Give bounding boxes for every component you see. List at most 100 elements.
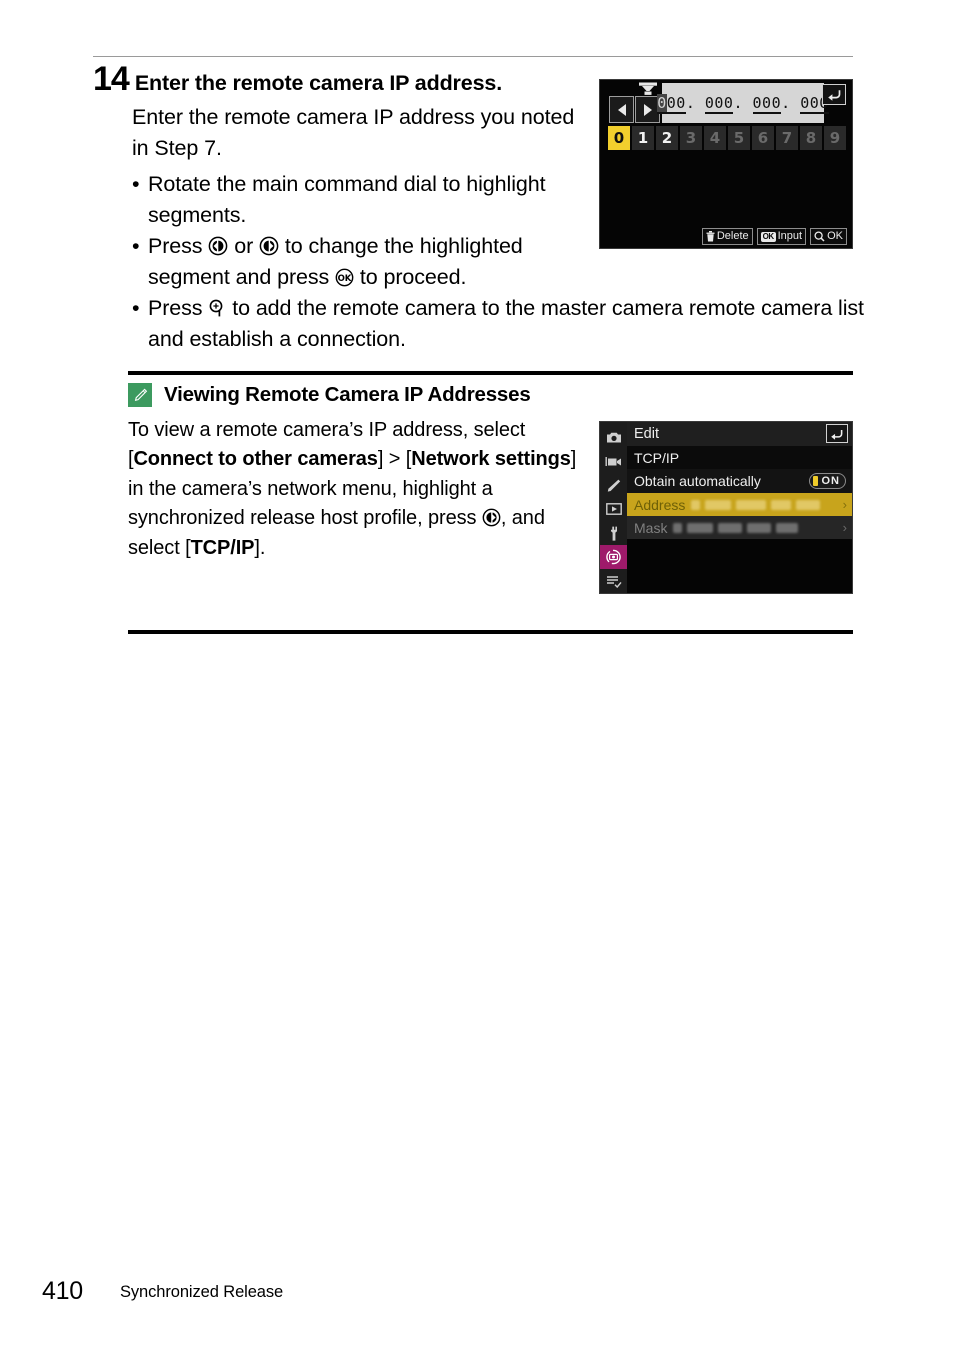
address-label: Address — [634, 496, 686, 513]
bullet-item: • Press to add the remote camera to the … — [132, 293, 877, 354]
bullet-marker: • — [132, 172, 140, 197]
ip-address-entry-screen[interactable]: 000. 000. 000. 000 0 1 2 3 4 5 6 7 8 9 D… — [599, 79, 853, 249]
header-divider — [93, 56, 853, 57]
back-button[interactable] — [826, 424, 848, 443]
blur-chunk — [673, 522, 683, 533]
mask-value-redacted — [673, 522, 842, 533]
note-top-divider — [128, 371, 853, 375]
address-value-redacted — [691, 499, 842, 510]
ok-hint-label: OK — [827, 230, 843, 242]
blur-chunk — [718, 522, 743, 533]
multi-selector-left-icon — [208, 236, 228, 256]
bullet-text-seg: to add the remote camera to the master c… — [148, 296, 864, 351]
manual-page: 14 Enter the remote camera IP address. E… — [0, 0, 954, 1345]
numeric-keypad[interactable]: 0 1 2 3 4 5 6 7 8 9 — [608, 126, 846, 150]
step-heading: 14 Enter the remote camera IP address. — [93, 62, 593, 96]
mask-label: Mask — [634, 519, 668, 536]
note-bold-connect: Connect to other cameras — [133, 448, 378, 471]
step-intro-text: Enter the remote camera IP address you n… — [132, 105, 575, 160]
my-menu-icon[interactable] — [600, 569, 627, 593]
ip-entry-hint-bar: Delete OK Input OK — [600, 228, 852, 245]
zoom-in-magnifier-icon — [208, 298, 226, 318]
bullet-item: • Press or to change the highlighted seg… — [132, 231, 584, 292]
numkey-7[interactable]: 7 — [776, 126, 798, 150]
ip-separator: . — [685, 94, 696, 112]
ok-badge-icon: OK — [760, 231, 776, 242]
custom-settings-menu-icon[interactable] — [600, 473, 627, 497]
ip-address-field[interactable]: 000. 000. 000. 000 — [657, 83, 829, 123]
input-hint-label: Input — [777, 230, 803, 242]
numkey-1[interactable]: 1 — [632, 126, 654, 150]
ok-hint[interactable]: OK — [810, 228, 847, 245]
photo-shooting-menu-icon[interactable] — [600, 425, 627, 449]
ip-separator: . — [733, 94, 743, 112]
blur-chunk — [691, 499, 701, 510]
note-seg: ] > [ — [377, 448, 412, 471]
input-hint[interactable]: OK Input — [756, 228, 807, 245]
menu-row-obtain-automatically[interactable]: Obtain automatically ON — [627, 469, 852, 493]
numkey-6[interactable]: 6 — [752, 126, 774, 150]
ip-cursor-digit: 0 — [657, 94, 667, 112]
bullet-text: Press or to change the highlighted segme… — [148, 231, 584, 292]
bullet-marker: • — [132, 296, 140, 321]
network-menu-icon[interactable] — [600, 545, 627, 569]
move-cursor-left-button[interactable] — [609, 96, 634, 123]
ip-octet-1: 000 — [657, 94, 686, 114]
setup-menu-icon[interactable] — [600, 521, 627, 545]
delete-hint-label: Delete — [716, 230, 749, 242]
blur-chunk — [776, 522, 799, 533]
step-title: Enter the remote camera IP address. — [134, 71, 503, 95]
step-bullet-list: • Rotate the main command dial to highli… — [132, 169, 864, 354]
pencil-note-icon — [128, 383, 152, 407]
blur-chunk — [747, 522, 772, 533]
blur-chunk — [771, 499, 792, 510]
numkey-9[interactable]: 9 — [824, 126, 846, 150]
playback-menu-icon[interactable] — [600, 497, 627, 521]
bullet-text-seg: or — [228, 234, 260, 259]
movie-shooting-menu-icon[interactable] — [600, 449, 627, 473]
page-number: 410 — [42, 1277, 83, 1305]
triangle-left-icon — [617, 103, 626, 116]
svg-text:OK: OK — [338, 274, 352, 284]
obtain-automatically-toggle[interactable]: ON — [808, 473, 846, 489]
numkey-3[interactable]: 3 — [680, 126, 702, 150]
ip-octet-3: 000 — [752, 94, 782, 114]
note-seg: ]. — [254, 536, 266, 559]
note-bold-network-settings: Network settings — [411, 448, 571, 471]
note-body-text: To view a remote camera’s IP address, se… — [128, 416, 583, 563]
note-bold-tcpip: TCP/IP — [190, 536, 255, 559]
numkey-5[interactable]: 5 — [728, 126, 750, 150]
numkey-0[interactable]: 0 — [608, 126, 630, 150]
menu-sidebar[interactable] — [600, 422, 627, 593]
return-arrow-icon — [831, 429, 843, 440]
magnifier-icon — [814, 231, 825, 242]
bullet-marker: • — [132, 234, 140, 259]
ip-separator: . — [781, 94, 791, 112]
chevron-right-icon: › — [842, 497, 847, 512]
tcpip-edit-screen[interactable]: Edit TCP/IP Obtain automatically ON Addr… — [599, 421, 853, 594]
bullet-text-seg: to proceed. — [354, 264, 467, 289]
note-bottom-divider — [128, 630, 853, 634]
back-button[interactable] — [822, 84, 846, 105]
bullet-text: Press to add the remote camera to the ma… — [148, 293, 877, 354]
menu-row-address[interactable]: Address › — [627, 493, 852, 516]
ip-entry-top-bar: 000. 000. 000. 000 — [600, 80, 852, 126]
edit-header-row: Edit — [627, 422, 852, 446]
multi-selector-right-icon — [482, 508, 501, 527]
trash-icon — [706, 231, 715, 242]
numkey-2[interactable]: 2 — [656, 126, 678, 150]
blur-chunk — [796, 499, 821, 510]
obtain-automatically-label: Obtain automatically — [634, 473, 761, 489]
multi-selector-right-icon — [259, 236, 279, 256]
running-head: Synchronized Release — [120, 1283, 284, 1301]
delete-hint[interactable]: Delete — [701, 228, 753, 245]
bullet-text: Rotate the main command dial to highligh… — [148, 172, 546, 227]
bullet-text-seg: Press — [148, 296, 209, 321]
numkey-8[interactable]: 8 — [800, 126, 822, 150]
text-entry-icon — [638, 82, 658, 96]
numkey-4[interactable]: 4 — [704, 126, 726, 150]
toggle-value: ON — [821, 475, 840, 487]
edit-header-label: Edit — [634, 426, 659, 442]
menu-row-mask[interactable]: Mask › — [627, 516, 852, 539]
return-arrow-icon — [827, 90, 840, 101]
